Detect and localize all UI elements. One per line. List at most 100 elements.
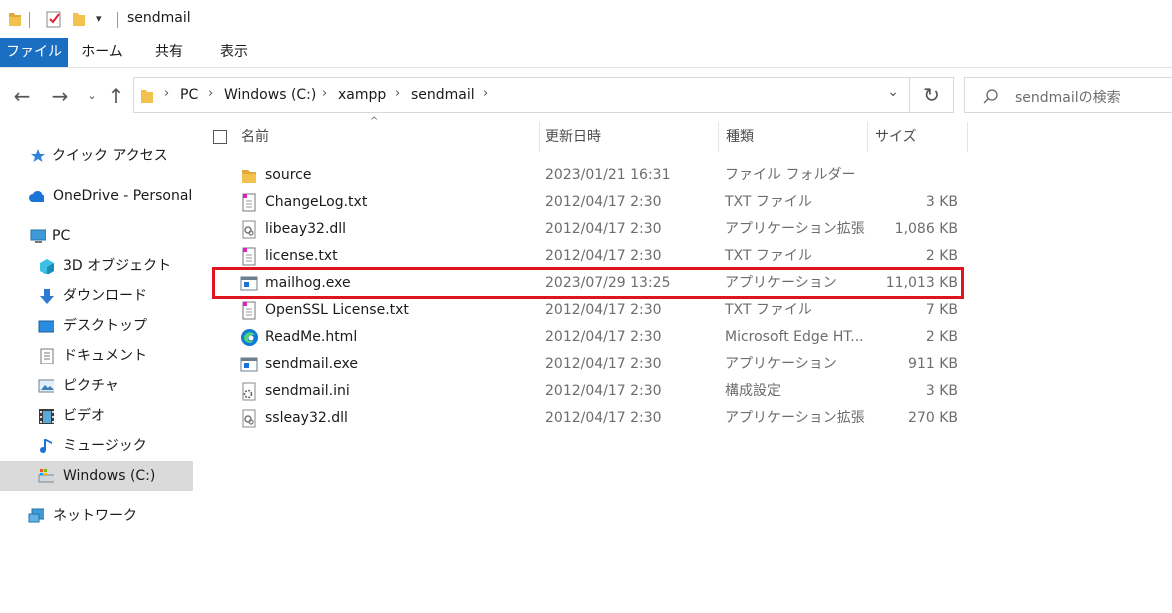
file-type: Microsoft Edge HT... xyxy=(725,329,864,345)
column-header-type[interactable]: 種類 xyxy=(726,122,754,152)
breadcrumb-chevron-icon[interactable]: › xyxy=(164,86,169,101)
file-row[interactable]: libeay32.dll 2012/04/17 2:30 アプリケーション拡張 1,0… xyxy=(236,216,966,243)
sidebar-item-label: Windows (C:) xyxy=(63,468,156,484)
refresh-button[interactable]: ↻ xyxy=(910,77,954,113)
file-name: source xyxy=(265,167,312,183)
address-dropdown-chevron-icon[interactable]: ⌄ xyxy=(887,84,899,100)
breadcrumb-sendmail[interactable]: sendmail xyxy=(411,87,475,103)
column-header-date[interactable]: 更新日時 xyxy=(545,122,601,152)
text-file-icon xyxy=(240,301,258,320)
file-row[interactable]: ReadMe.html 2012/04/17 2:30 Microsoft Edge… xyxy=(236,324,966,351)
sidebar-item-music[interactable]: ミュージック xyxy=(38,431,193,461)
file-modified-date: 2012/04/17 2:30 xyxy=(545,302,662,318)
sidebar-item-pc[interactable]: PC xyxy=(30,221,190,251)
column-divider[interactable] xyxy=(539,122,540,152)
recent-locations-chevron-icon[interactable]: ⌄ xyxy=(80,84,104,108)
select-all-checkbox[interactable] xyxy=(213,130,227,144)
title-separator xyxy=(117,12,118,28)
sidebar-item-label: ミュージック xyxy=(63,438,147,454)
sidebar-item-network[interactable]: ネットワーク xyxy=(28,501,193,531)
file-name: ChangeLog.txt xyxy=(265,194,368,210)
file-type: アプリケーション拡張 xyxy=(725,410,865,426)
tab-file[interactable]: ファイル xyxy=(0,38,68,67)
file-type: 構成設定 xyxy=(725,383,781,399)
file-row[interactable]: sendmail.ini 2012/04/17 2:30 構成設定 3 KB xyxy=(236,378,966,405)
sidebar-item-label: ピクチャ xyxy=(63,378,119,394)
file-row[interactable]: sendmail.exe 2012/04/17 2:30 アプリケーション 911 K… xyxy=(236,351,966,378)
refresh-icon: ↻ xyxy=(923,83,940,107)
file-size: 911 KB xyxy=(908,356,958,372)
back-arrow-icon[interactable]: ← xyxy=(10,84,34,108)
file-type: TXT ファイル xyxy=(725,194,812,210)
breadcrumb-chevron-icon[interactable]: › xyxy=(395,86,400,101)
file-size: 2 KB xyxy=(925,248,958,264)
sidebar-item-3d-objects[interactable]: 3D オブジェクト xyxy=(38,251,193,281)
ini-file-icon xyxy=(240,382,258,401)
tab-share[interactable]: 共有 xyxy=(140,38,198,67)
file-type: ファイル フォルダー xyxy=(725,167,856,183)
sidebar-item-windows-c[interactable]: Windows (C:) xyxy=(38,461,193,491)
file-row[interactable]: license.txt 2012/04/17 2:30 TXT ファイル 2 KB xyxy=(236,243,966,270)
file-row[interactable]: ChangeLog.txt 2012/04/17 2:30 TXT ファイル 3 KB xyxy=(236,189,966,216)
sidebar-item-onedrive[interactable]: OneDrive - Personal xyxy=(28,181,193,211)
breadcrumb-pc[interactable]: PC xyxy=(180,87,198,103)
sidebar-item-videos[interactable]: ビデオ xyxy=(38,401,193,431)
file-size: 1,086 KB xyxy=(894,221,958,237)
cloud-icon xyxy=(29,190,44,202)
title-bar: ▾ sendmail xyxy=(0,0,1172,38)
properties-icon[interactable] xyxy=(46,10,62,28)
dll-file-icon xyxy=(240,220,258,239)
text-file-icon xyxy=(240,247,258,266)
sidebar-item-label: OneDrive - Personal xyxy=(53,188,193,204)
sidebar-item-pictures[interactable]: ピクチャ xyxy=(38,371,193,401)
sidebar-item-desktop[interactable]: デスクトップ xyxy=(38,311,193,341)
sidebar-item-downloads[interactable]: ダウンロード xyxy=(38,281,193,311)
file-size: 2 KB xyxy=(925,329,958,345)
file-modified-date: 2012/04/17 2:30 xyxy=(545,248,662,264)
column-divider[interactable] xyxy=(867,122,868,152)
address-bar[interactable]: › PC › Windows (C:) › xampp › sendmail ›… xyxy=(133,77,910,113)
column-header-name[interactable]: 名前 xyxy=(241,122,269,152)
customize-toolbar-chevron-icon[interactable]: ▾ xyxy=(96,12,102,25)
forward-arrow-icon[interactable]: → xyxy=(48,84,72,108)
edge-html-icon xyxy=(240,328,258,347)
sidebar-item-quick-access[interactable]: クイック アクセス xyxy=(28,141,188,171)
folder-icon xyxy=(141,90,153,103)
new-folder-icon[interactable] xyxy=(72,10,86,28)
music-note-icon xyxy=(40,439,52,454)
search-icon xyxy=(983,89,998,104)
sidebar-item-label: PC xyxy=(52,228,71,244)
breadcrumb-chevron-icon[interactable]: › xyxy=(483,86,488,101)
file-row[interactable]: ssleay32.dll 2012/04/17 2:30 アプリケーション拡張 270… xyxy=(236,405,966,432)
picture-icon xyxy=(38,379,54,393)
column-header-size[interactable]: サイズ xyxy=(875,122,917,152)
file-name: sendmail.ini xyxy=(265,383,350,399)
file-row[interactable]: OpenSSL License.txt 2012/04/17 2:30 TXT ファ… xyxy=(236,297,966,324)
sidebar-item-label: 3D オブジェクト xyxy=(63,258,172,274)
file-modified-date: 2012/04/17 2:30 xyxy=(545,329,662,345)
file-name: ssleay32.dll xyxy=(265,410,348,426)
breadcrumb-chevron-icon[interactable]: › xyxy=(208,86,213,101)
dll-file-icon xyxy=(240,409,258,428)
folder-icon xyxy=(9,13,21,26)
sort-ascending-icon: ^ xyxy=(370,116,379,127)
drive-icon xyxy=(38,469,54,483)
breadcrumb-windows-c[interactable]: Windows (C:) xyxy=(224,87,316,103)
up-arrow-icon[interactable]: ↑ xyxy=(104,84,128,108)
file-modified-date: 2012/04/17 2:30 xyxy=(545,194,662,210)
column-divider[interactable] xyxy=(718,122,719,152)
column-divider[interactable] xyxy=(967,122,968,152)
3d-objects-icon xyxy=(40,259,54,274)
file-modified-date: 2012/04/17 2:30 xyxy=(545,383,662,399)
file-modified-date: 2012/04/17 2:30 xyxy=(545,221,662,237)
breadcrumb-chevron-icon[interactable]: › xyxy=(322,86,327,101)
sidebar-item-documents[interactable]: ドキュメント xyxy=(38,341,193,371)
file-modified-date: 2012/04/17 2:30 xyxy=(545,356,662,372)
file-row[interactable]: source 2023/01/21 16:31 ファイル フォルダー xyxy=(236,162,966,189)
tab-home[interactable]: ホーム xyxy=(72,38,132,67)
breadcrumb-xampp[interactable]: xampp xyxy=(338,87,386,103)
tab-view[interactable]: 表示 xyxy=(205,38,263,67)
network-icon xyxy=(28,508,44,523)
star-icon xyxy=(31,149,45,162)
search-box[interactable]: sendmailの検索 xyxy=(964,77,1172,113)
